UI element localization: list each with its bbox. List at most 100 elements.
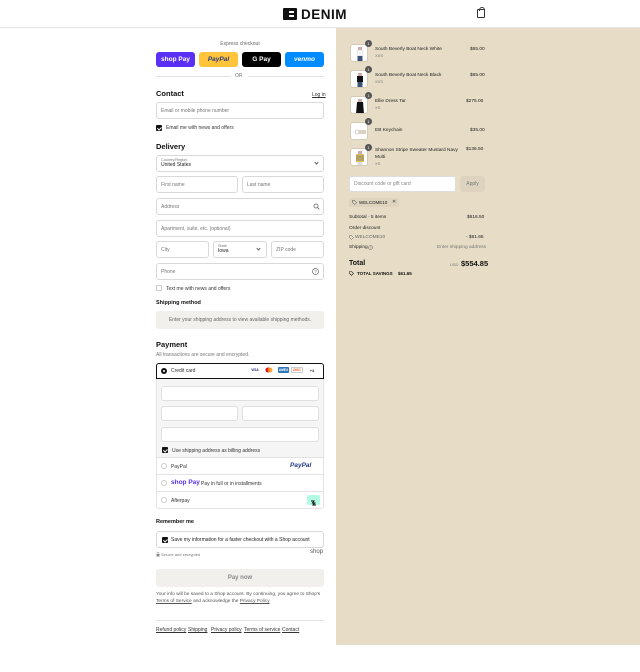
item-variant: XS bbox=[375, 105, 381, 110]
info-icon[interactable]: ? bbox=[368, 245, 373, 250]
save-info-checkbox[interactable] bbox=[162, 537, 168, 543]
shop-logo: shop bbox=[310, 549, 324, 555]
shop-pay-option[interactable]: shop Pay Pay in full or in installments bbox=[156, 475, 324, 492]
express-checkout-label: Express checkout bbox=[220, 41, 260, 47]
zip-field[interactable]: ZIP code bbox=[271, 241, 324, 258]
divider bbox=[248, 76, 324, 77]
terms-of-service-link[interactable]: Terms of Service bbox=[156, 599, 192, 604]
quantity-badge: 1 bbox=[365, 144, 372, 151]
order-discount-label: Order discount bbox=[349, 226, 381, 231]
email-news-checkbox[interactable] bbox=[156, 125, 162, 131]
country-select[interactable]: Country/Region United States bbox=[156, 155, 324, 172]
afterpay-logo-icon bbox=[307, 495, 320, 506]
brand-logo[interactable]: DENIM bbox=[283, 6, 347, 22]
tag-icon bbox=[349, 235, 354, 240]
total-savings-value: $61.65 bbox=[398, 271, 412, 276]
google-pay-button[interactable]: G Pay bbox=[242, 52, 281, 67]
or-separator: OR bbox=[235, 73, 243, 79]
footer-shipping[interactable]: Shipping bbox=[188, 627, 207, 633]
afterpay-option[interactable]: Afterpay bbox=[156, 492, 324, 509]
paypal-radio[interactable] bbox=[161, 463, 167, 469]
credit-card-radio[interactable] bbox=[161, 368, 167, 374]
remove-discount-icon[interactable]: ✕ bbox=[392, 199, 396, 205]
venmo-button[interactable]: venmo bbox=[285, 52, 324, 67]
text-offers-label: Text me with news and offers bbox=[166, 286, 231, 292]
last-name-field[interactable]: Last name bbox=[242, 176, 324, 193]
shopping-bag-icon[interactable] bbox=[477, 7, 485, 18]
shop-pay-radio[interactable] bbox=[161, 480, 167, 486]
mastercard-icon bbox=[264, 367, 274, 373]
login-link[interactable]: Log in bbox=[312, 92, 326, 98]
item-variant: XXS bbox=[375, 79, 384, 84]
pay-now-button[interactable]: Pay now bbox=[156, 569, 324, 587]
item-name: Ellie Dress Tar bbox=[375, 99, 406, 104]
shipping-methods-placeholder: Enter your shipping address to view avai… bbox=[156, 311, 324, 329]
quantity-badge: 1 bbox=[365, 66, 372, 73]
expiration-date-field[interactable] bbox=[161, 406, 238, 421]
discount-code-label: WELCOME10 bbox=[359, 200, 388, 205]
email-news-label: Email me with news and offers bbox=[166, 125, 234, 131]
contact-heading: Contact bbox=[156, 89, 184, 98]
phone-field[interactable]: Phone bbox=[156, 263, 324, 280]
paypal-button[interactable]: PayPal bbox=[199, 52, 238, 67]
item-price: $65.00 bbox=[470, 47, 485, 52]
apartment-placeholder: Apartment, suite, etc. (optional) bbox=[161, 225, 231, 232]
discount-placeholder: Discount code or gift card bbox=[354, 181, 411, 187]
item-price: $35.00 bbox=[470, 128, 485, 133]
address-field[interactable]: Address bbox=[156, 198, 324, 215]
card-details-panel: Use shipping address as billing address bbox=[156, 379, 324, 458]
apply-button[interactable]: Apply bbox=[460, 176, 485, 192]
paypal-label: PayPal bbox=[171, 464, 187, 470]
country-value: United States bbox=[161, 162, 192, 168]
save-info-box[interactable]: Save my information for a faster checkou… bbox=[156, 531, 324, 548]
zip-placeholder: ZIP code bbox=[276, 246, 296, 253]
email-field[interactable]: Email or mobile phone number bbox=[156, 102, 324, 119]
city-field[interactable]: City bbox=[156, 241, 209, 258]
item-name: South Beverly Boat Neck White bbox=[375, 47, 442, 52]
brand-mark-icon bbox=[283, 8, 297, 20]
security-code-field[interactable] bbox=[242, 406, 319, 421]
item-variant: XS bbox=[375, 161, 381, 166]
billing-same-label: Use shipping address as billing address bbox=[172, 448, 261, 454]
shipping-method-heading: Shipping method bbox=[156, 300, 201, 306]
discover-icon: DISC bbox=[291, 367, 303, 373]
last-name-placeholder: Last name bbox=[247, 181, 271, 188]
first-name-field[interactable]: First name bbox=[156, 176, 238, 193]
discount-value: - $61.65 bbox=[466, 235, 484, 240]
name-on-card-field[interactable] bbox=[161, 427, 319, 442]
footer-privacy-policy[interactable]: Privacy policy bbox=[211, 627, 242, 633]
text-offers-checkbox[interactable] bbox=[156, 285, 162, 291]
shop-pay-button[interactable]: shop Pay bbox=[156, 52, 195, 67]
order-summary-panel bbox=[336, 28, 640, 645]
footer-terms-of-service[interactable]: Terms of service bbox=[244, 627, 280, 633]
first-name-placeholder: First name bbox=[161, 181, 185, 188]
brand-name: DENIM bbox=[301, 6, 347, 22]
footer-contact[interactable]: Contact bbox=[282, 627, 299, 633]
search-icon bbox=[313, 203, 320, 210]
total-value: $554.85 bbox=[461, 259, 489, 268]
item-price: $65.00 bbox=[470, 73, 485, 78]
pay-now-label: Pay now bbox=[227, 575, 253, 581]
product-thumbnail bbox=[350, 148, 368, 166]
total-savings-label: TOTAL SAVINGS bbox=[357, 271, 393, 276]
privacy-policy-link[interactable]: Privacy Policy bbox=[240, 599, 270, 604]
apartment-field[interactable]: Apartment, suite, etc. (optional) bbox=[156, 220, 324, 237]
afterpay-radio[interactable] bbox=[161, 497, 167, 503]
paypal-option[interactable]: PayPal PayPal bbox=[156, 458, 324, 475]
card-number-field[interactable] bbox=[161, 386, 319, 401]
svg-text:?: ? bbox=[314, 269, 317, 274]
divider bbox=[156, 76, 231, 77]
subtotal-label: Subtotal · 5 items bbox=[349, 215, 387, 220]
help-icon[interactable]: ? bbox=[312, 268, 319, 275]
billing-same-checkbox[interactable] bbox=[162, 447, 168, 453]
afterpay-label: Afterpay bbox=[171, 498, 190, 504]
discount-code-field[interactable]: Discount code or gift card bbox=[349, 176, 456, 192]
item-variant: XXS bbox=[375, 53, 384, 58]
footer-refund-policy[interactable]: Refund policy bbox=[156, 627, 186, 633]
paypal-logo: PayPal bbox=[290, 462, 312, 469]
tag-icon bbox=[352, 200, 357, 205]
amex-icon: AMEX bbox=[278, 367, 289, 373]
lock-icon bbox=[156, 552, 160, 557]
site-header: DENIM bbox=[0, 0, 640, 28]
legal-line-2: Terms of Service and acknowledge the Pri… bbox=[156, 599, 270, 604]
